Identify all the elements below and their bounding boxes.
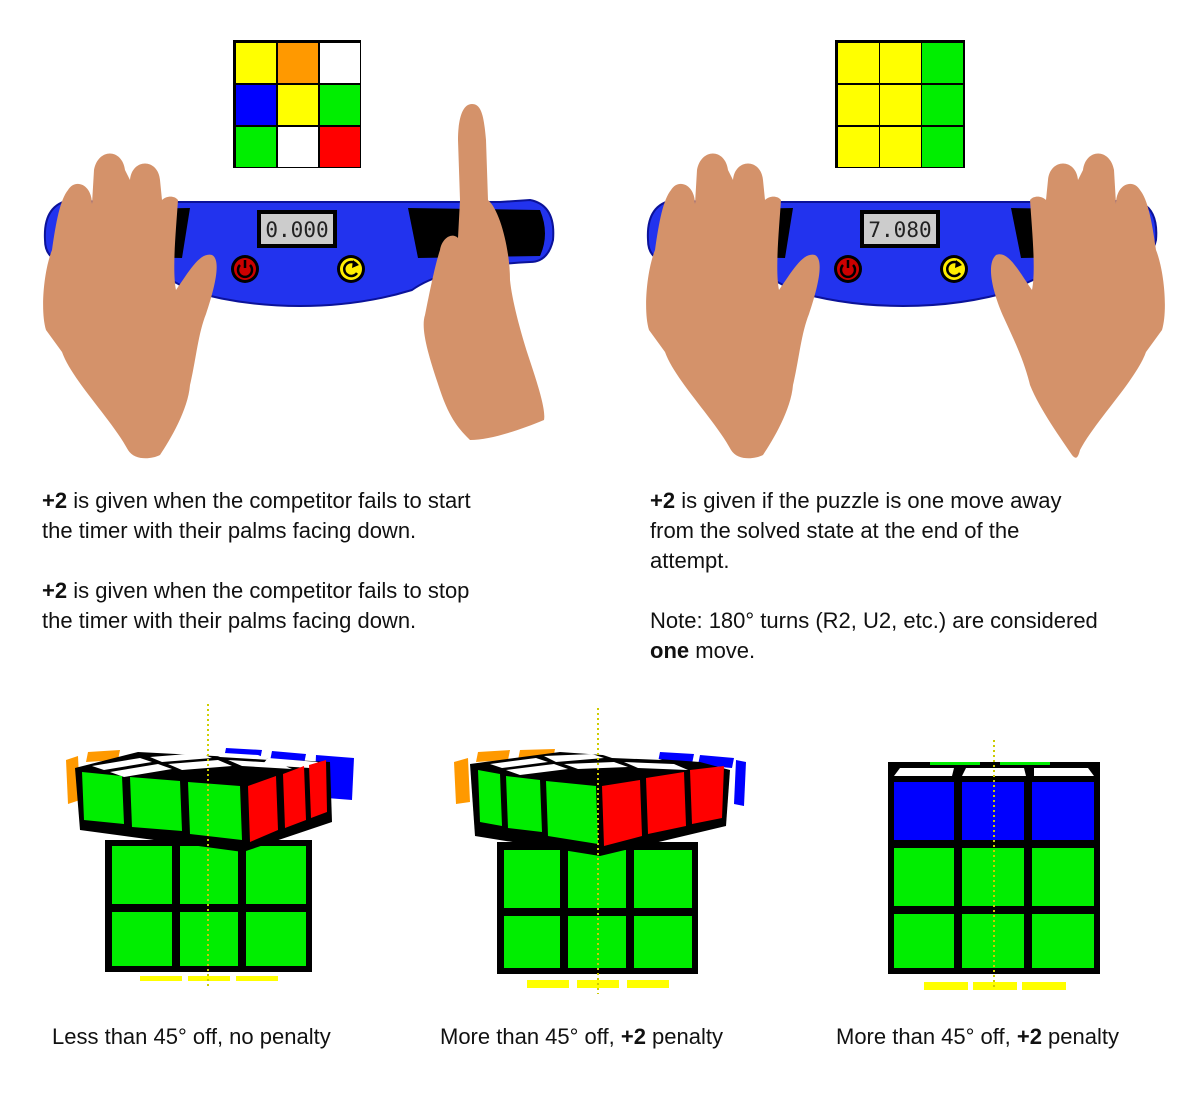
penalty-diagram: 0.000 7.080 +2 is given when the competi…	[0, 0, 1200, 1100]
note-suffix: move.	[689, 638, 756, 663]
caption-more-than-45-b: More than 45° off, +2 penalty	[836, 1022, 1119, 1052]
timer-display-value: 0.000	[265, 218, 328, 242]
sticker-orange	[278, 43, 318, 83]
power-icon	[231, 255, 259, 283]
palms-start-rule: +2 is given when the competitor fails to…	[42, 486, 562, 546]
almost-solved-face	[835, 40, 965, 168]
face-right-stickers	[838, 43, 963, 167]
one-move-rule: +2 is given if the puzzle is one move aw…	[650, 486, 1190, 576]
rule-text: is given when the competitor fails to st…	[42, 578, 470, 633]
caption-suffix: penalty	[645, 1024, 723, 1049]
sticker-yellow	[838, 85, 879, 125]
sticker-green	[922, 43, 963, 83]
sticker-red	[320, 127, 360, 167]
left-hand-palm-down	[43, 153, 217, 459]
timer-display-value: 7.080	[868, 218, 931, 242]
sticker-yellow	[838, 43, 879, 83]
right-hand-vertical	[423, 104, 545, 440]
reset-arrow-icon	[337, 255, 365, 283]
caption-text: Less than 45° off, no penalty	[52, 1024, 331, 1049]
caption-text: More than 45° off,	[836, 1024, 1017, 1049]
sticker-white	[320, 43, 360, 83]
sticker-yellow	[880, 43, 921, 83]
sticker-white	[278, 127, 318, 167]
note-bold: one	[650, 638, 690, 663]
sticker-green	[922, 85, 963, 125]
face-left-stickers	[236, 43, 360, 167]
sticker-green	[320, 85, 360, 125]
scrambled-face	[233, 40, 361, 168]
half-turn-note: Note: 180° turns (R2, U2, etc.) are cons…	[650, 606, 1190, 666]
palms-stop-rule: +2 is given when the competitor fails to…	[42, 576, 562, 636]
reset-arrow-icon	[940, 255, 968, 283]
cube-front-view	[888, 740, 1100, 990]
caption-bold: +2	[620, 1024, 646, 1049]
caption-less-than-45: Less than 45° off, no penalty	[52, 1022, 331, 1052]
right-hand-palm-down	[990, 153, 1165, 458]
sticker-yellow	[838, 127, 879, 167]
sticker-green	[236, 127, 276, 167]
cube-less-than-45	[66, 704, 354, 986]
caption-more-than-45-a: More than 45° off, +2 penalty	[440, 1022, 723, 1052]
caption-suffix: penalty	[1041, 1024, 1119, 1049]
sticker-yellow	[880, 85, 921, 125]
sticker-blue	[236, 85, 276, 125]
caption-text: More than 45° off,	[440, 1024, 621, 1049]
penalty-label: +2	[42, 488, 68, 513]
left-hand-palm-down	[646, 153, 820, 459]
power-icon	[834, 255, 862, 283]
rule-text: is given when the competitor fails to st…	[42, 488, 471, 543]
sticker-yellow	[880, 127, 921, 167]
caption-bold: +2	[1016, 1024, 1042, 1049]
cube-more-than-45	[454, 708, 746, 994]
sticker-green	[922, 127, 963, 167]
penalty-label: +2	[42, 578, 68, 603]
sticker-yellow	[278, 85, 318, 125]
sticker-yellow	[236, 43, 276, 83]
rule-text: is given if the puzzle is one move away …	[650, 488, 1062, 573]
penalty-label: +2	[650, 488, 676, 513]
note-text: Note: 180° turns (R2, U2, etc.) are cons…	[650, 608, 1098, 633]
